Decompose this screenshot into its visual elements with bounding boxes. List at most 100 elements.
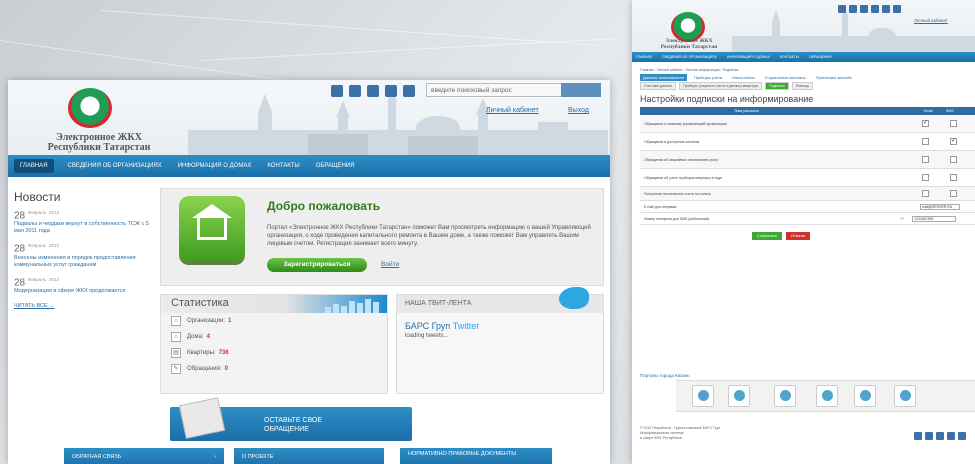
sms-checkbox[interactable] (950, 190, 957, 197)
nav-houses[interactable]: ИНФОРМАЦИЯ О ДОМАХ (178, 163, 252, 169)
feedback-block[interactable]: ОБРАТНАЯ СВЯЗЬ › (64, 448, 224, 464)
portal-link[interactable] (816, 385, 838, 407)
read-all-link[interactable]: ЧИТАТЬ ВСЕ → (14, 303, 154, 309)
breadcrumb[interactable]: Главная › Личный кабинет › Личная информ… (640, 68, 738, 72)
facebook-icon[interactable] (914, 432, 922, 440)
footer-line3: в сфере ЖКХ Республики (640, 436, 682, 440)
tab-user-data[interactable]: Данные пользователя (640, 74, 687, 81)
table-row: Обращения об аварийных отключениях услуг (640, 151, 975, 169)
sms-checkbox[interactable] (950, 120, 957, 127)
table-row: E-mail для отправки mail@SERVER.RU (640, 201, 975, 213)
news-text[interactable]: Подвалы и чердаки вернут в собственность… (14, 221, 154, 235)
mail-icon[interactable] (882, 5, 890, 13)
house-wall-shape (197, 214, 227, 240)
row-label: Получения технического счета на оплату (644, 191, 711, 196)
twitter-icon[interactable] (860, 5, 868, 13)
about-block[interactable]: О ПРОЕКТЕ (234, 448, 384, 464)
twitter-loading-text: loading tweets... (405, 333, 449, 339)
background-streak (99, 10, 599, 46)
twitter-bird-icon (559, 287, 589, 309)
sms-checkbox[interactable]: ✓ (950, 138, 957, 145)
mail-icon[interactable] (947, 432, 955, 440)
phone-input[interactable]: 1234567890 (912, 216, 956, 222)
twitter-company[interactable]: БАРС Груп (405, 321, 450, 331)
personal-cabinet-link[interactable]: Личный кабинет (914, 18, 948, 23)
cancel-button-visible[interactable]: Отмена (786, 232, 810, 240)
appeal-line2: ОБРАЩЕНИЕ (264, 426, 309, 433)
twitter-icon[interactable] (367, 85, 379, 97)
house-icon (179, 196, 245, 262)
news-text[interactable]: Модернизация в сфере ЖКХ продолжается (14, 288, 154, 295)
statistics-title: Статистика (171, 297, 229, 309)
tab-social-payments[interactable]: Социальные выплаты (762, 74, 809, 81)
login-link[interactable]: Войти (381, 261, 399, 268)
email-checkbox[interactable] (922, 156, 929, 163)
portal-link[interactable] (894, 385, 916, 407)
twitter-suffix: Twitter (452, 321, 480, 331)
tab-meters[interactable]: Приборы учета (691, 74, 725, 81)
save-button-visible[interactable]: Сохранить (752, 232, 782, 240)
nav-organizations[interactable]: СВЕДЕНИЯ ОБ ОРГАНИЗАЦИЯХ (662, 55, 717, 59)
table-row: Обращения об учете приборов квартиры в х… (640, 169, 975, 187)
news-day: 28 (14, 210, 26, 222)
table-row: Обращения к главному управляющей организ… (640, 115, 975, 133)
portal-link[interactable] (774, 385, 796, 407)
sms-checkbox[interactable] (950, 156, 957, 163)
portal-link[interactable] (692, 385, 714, 407)
tatarstan-emblem-logo[interactable] (68, 88, 112, 128)
page-title: Настройки подписки на информирование (640, 94, 814, 104)
vk-icon[interactable] (385, 85, 397, 97)
email-checkbox[interactable] (922, 190, 929, 197)
kazan-skyline-illustration (188, 88, 608, 155)
mail-icon[interactable] (403, 85, 415, 97)
subtab-counters[interactable]: Счетчики данных (640, 82, 677, 90)
email-checkbox[interactable] (922, 174, 929, 181)
row-label: Обращения об учете приборов квартиры в х… (644, 175, 723, 180)
nav-home[interactable]: ГЛАВНАЯ (636, 55, 652, 59)
stat-label: Квартиры: (187, 350, 216, 356)
nav-appeals[interactable]: ОБРАЩЕНИЯ (809, 55, 832, 59)
home-icon[interactable] (838, 5, 846, 13)
tab-claims[interactable]: Претензия/ жалоба (813, 74, 855, 81)
news-item[interactable]: 28 Февраль 2012 Внесены изменения в поря… (14, 243, 154, 268)
news-item[interactable]: 28 Февраль 2012 Подвалы и чердаки вернут… (14, 210, 154, 235)
register-button[interactable]: Зарегистрироваться (267, 258, 367, 272)
vk-icon[interactable] (936, 432, 944, 440)
news-month: Февраль (27, 210, 47, 215)
nav-appeals[interactable]: ОБРАЩЕНИЯ (316, 163, 355, 169)
nav-houses[interactable]: ИНФОРМАЦИЯ О ДОМАХ (727, 55, 770, 59)
leave-appeal-banner[interactable]: ОСТАВЬТЕ СВОЕ ОБРАЩЕНИЕ (170, 397, 412, 441)
subtab-apartment-meters[interactable]: Приборы (лицевого счета и данных) кварти… (679, 82, 763, 90)
tab-charges[interactable]: Начисления (729, 74, 758, 81)
facebook-icon[interactable] (849, 5, 857, 13)
site-header: Электронное ЖКХ Республики Татарстан Личн… (632, 0, 975, 52)
twitter-icon[interactable] (925, 432, 933, 440)
portals-carousel (676, 380, 975, 412)
nav-home[interactable]: ГЛАВНАЯ (14, 159, 54, 173)
search-button[interactable] (561, 83, 601, 97)
email-input[interactable]: mail@SERVER.RU (920, 204, 960, 210)
portal-link[interactable] (854, 385, 876, 407)
rss-icon[interactable] (958, 432, 966, 440)
portal-link[interactable] (728, 385, 750, 407)
nav-organizations[interactable]: СВЕДЕНИЯ ОБ ОРГАНИЗАЦИЯХ (68, 163, 162, 169)
news-text[interactable]: Внесены изменения в порядок предоставлен… (14, 255, 154, 269)
facebook-icon[interactable] (349, 85, 361, 97)
news-year: 2012 (48, 276, 59, 282)
news-item[interactable]: 28 Февраль 2012 Модернизация в сфере ЖКХ… (14, 277, 154, 295)
exit-link[interactable]: Выход (568, 107, 589, 114)
row-label: Обращения к главному управляющей организ… (644, 121, 727, 126)
about-label: О ПРОЕКТЕ (242, 454, 274, 460)
sms-checkbox[interactable] (950, 174, 957, 181)
nav-contacts[interactable]: КОНТАКТЫ (780, 55, 799, 59)
email-checkbox[interactable]: ✓ (922, 120, 929, 127)
subtab-help[interactable]: Помощь (791, 82, 814, 90)
email-checkbox[interactable] (922, 138, 929, 145)
vk-icon[interactable] (871, 5, 879, 13)
subtab-subscription[interactable]: Подписка (765, 82, 789, 90)
nav-contacts[interactable]: КОНТАКТЫ (267, 163, 299, 169)
personal-cabinet-link[interactable]: Личный кабинет (486, 107, 539, 114)
home-icon[interactable] (331, 85, 343, 97)
rss-icon[interactable] (893, 5, 901, 13)
legal-docs-block[interactable]: НОРМАТИВНО ПРАВОВЫЕ ДОКУМЕНТЫ (400, 448, 552, 464)
